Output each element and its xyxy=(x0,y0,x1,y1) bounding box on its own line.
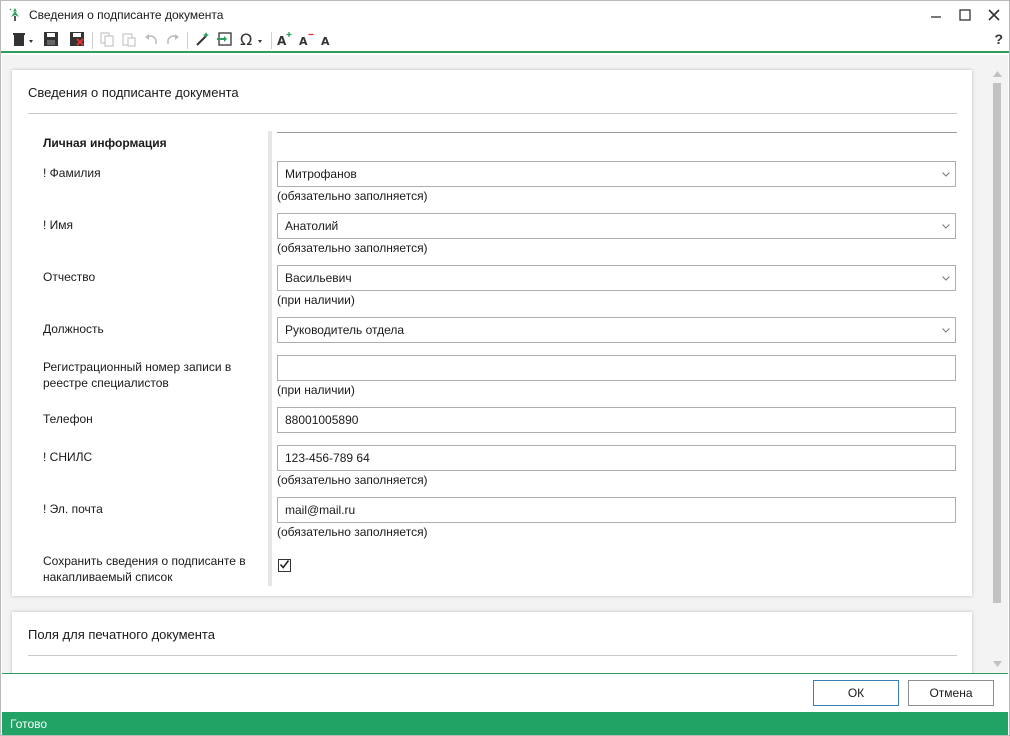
insert-button[interactable] xyxy=(214,30,234,50)
position-value: Руководитель отдела xyxy=(285,323,405,337)
font-decrease-button[interactable]: A xyxy=(297,30,317,50)
paste-button[interactable] xyxy=(119,30,139,50)
email-label: ! Эл. почта xyxy=(43,502,103,516)
dialog-window: Сведения о подписанте документа Ω A A A … xyxy=(0,0,1010,736)
phone-label: Телефон xyxy=(43,412,93,426)
cancel-button[interactable]: Отмена xyxy=(908,680,994,706)
title-bar: Сведения о подписанте документа xyxy=(1,1,1009,29)
font-decrease-icon: A xyxy=(298,31,316,50)
svg-text:A: A xyxy=(277,34,287,47)
firstname-hint: (обязательно заполняется) xyxy=(277,241,428,255)
svg-text:A: A xyxy=(321,35,330,47)
section-header: Личная информация xyxy=(43,136,167,150)
firstname-label: ! Имя xyxy=(43,218,74,232)
toolbar-separator xyxy=(92,32,93,49)
font-increase-icon: A xyxy=(276,31,294,50)
save-signer-checkbox[interactable] xyxy=(278,559,291,572)
save-icon xyxy=(43,31,59,50)
minimize-button[interactable] xyxy=(923,5,949,25)
close-button[interactable] xyxy=(981,5,1007,25)
chevron-down-icon[interactable] xyxy=(937,162,955,186)
scroll-up-icon[interactable] xyxy=(993,67,1002,81)
snils-value: 123-456-789 64 xyxy=(285,451,370,465)
signer-panel: Сведения о подписанте документа Личная и… xyxy=(12,70,972,596)
patronymic-label: Отчество xyxy=(43,270,96,284)
delete-button[interactable] xyxy=(9,30,37,50)
font-increase-button[interactable]: A xyxy=(275,30,295,50)
status-text: Готово xyxy=(10,716,48,731)
lastname-label: ! Фамилия xyxy=(43,166,101,180)
panel-title: Поля для печатного документа xyxy=(28,627,215,642)
maximize-button[interactable] xyxy=(952,5,978,25)
undo-button[interactable] xyxy=(141,30,161,50)
insert-icon xyxy=(216,31,232,50)
chevron-down-icon[interactable] xyxy=(937,214,955,238)
save-button[interactable] xyxy=(41,30,61,50)
lastname-field[interactable]: Митрофанов xyxy=(277,161,956,187)
undo-icon xyxy=(143,31,159,50)
window-title: Сведения о подписанте документа xyxy=(29,8,224,22)
toolbar-separator xyxy=(271,32,272,49)
snils-label: ! СНИЛС xyxy=(43,450,93,464)
snils-field[interactable]: 123-456-789 64 xyxy=(277,445,956,471)
divider xyxy=(28,655,957,656)
divider xyxy=(28,113,957,114)
paste-icon xyxy=(121,31,137,50)
content-area: Сведения о подписанте документа Личная и… xyxy=(2,55,1008,673)
redo-button[interactable] xyxy=(163,30,183,50)
chevron-down-icon[interactable] xyxy=(937,318,955,342)
phone-field[interactable]: 88001005890 xyxy=(277,407,956,433)
firstname-value: Анатолий xyxy=(285,219,339,233)
email-field[interactable]: mail@mail.ru xyxy=(277,497,956,523)
font-reset-button[interactable]: A xyxy=(317,30,337,50)
svg-text:Ω: Ω xyxy=(240,31,252,47)
toolbar: Ω A A A ? xyxy=(1,29,1009,53)
email-value: mail@mail.ru xyxy=(285,503,356,517)
scroll-down-icon[interactable] xyxy=(993,657,1002,671)
dialog-button-bar: ОК Отмена xyxy=(2,673,1008,711)
redo-icon xyxy=(165,31,181,50)
status-bar: Готово xyxy=(2,712,1008,735)
registry-number-field[interactable] xyxy=(277,355,956,381)
vertical-scrollbar[interactable] xyxy=(990,55,1006,673)
position-field[interactable]: Руководитель отдела xyxy=(277,317,956,343)
help-button[interactable]: ? xyxy=(994,31,1003,47)
special-char-button[interactable]: Ω xyxy=(238,30,266,50)
svg-text:A: A xyxy=(299,35,308,47)
print-fields-panel: Поля для печатного документа xyxy=(12,612,972,673)
panel-title: Сведения о подписанте документа xyxy=(28,85,239,100)
registry-number-label: Регистрационный номер записи в реестре с… xyxy=(43,360,232,390)
registry-number-hint: (при наличии) xyxy=(277,383,355,397)
divider xyxy=(277,132,957,133)
save-close-icon xyxy=(69,31,85,50)
save-and-close-button[interactable] xyxy=(67,30,87,50)
firstname-field[interactable]: Анатолий xyxy=(277,213,956,239)
phone-value: 88001005890 xyxy=(285,413,359,427)
trash-icon xyxy=(11,31,35,50)
toolbar-separator xyxy=(187,32,188,49)
copy-button[interactable] xyxy=(97,30,117,50)
copy-icon xyxy=(99,31,115,50)
snils-hint: (обязательно заполняется) xyxy=(277,473,428,487)
font-reset-icon: A xyxy=(319,31,335,50)
column-divider xyxy=(268,131,272,586)
email-hint: (обязательно заполняется) xyxy=(277,525,428,539)
ok-button[interactable]: ОК xyxy=(813,680,899,706)
magic-wand-icon xyxy=(194,31,210,50)
checkmark-icon xyxy=(279,559,290,573)
patronymic-hint: (при наличии) xyxy=(277,293,355,307)
chevron-down-icon[interactable] xyxy=(937,266,955,290)
position-label: Должность xyxy=(43,322,104,336)
save-signer-label: Сохранить сведения о подписанте в накапл… xyxy=(43,554,246,584)
scrollbar-thumb[interactable] xyxy=(993,83,1001,603)
omega-icon: Ω xyxy=(239,30,265,50)
patronymic-field[interactable]: Васильевич xyxy=(277,265,956,291)
autofill-button[interactable] xyxy=(192,30,212,50)
app-icon xyxy=(7,7,23,23)
lastname-value: Митрофанов xyxy=(285,167,357,181)
lastname-hint: (обязательно заполняется) xyxy=(277,189,428,203)
patronymic-value: Васильевич xyxy=(285,271,352,285)
